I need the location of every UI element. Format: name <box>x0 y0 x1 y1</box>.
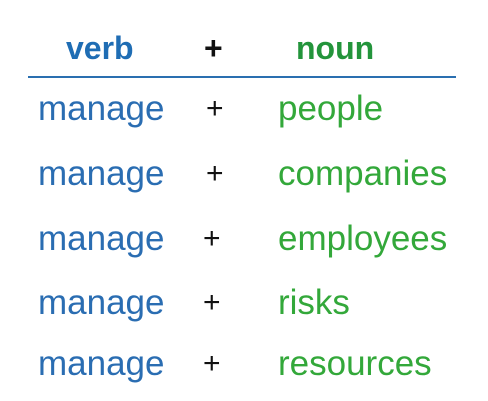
header-verb: verb <box>66 30 134 66</box>
row-verb: manage <box>38 344 165 383</box>
header-divider <box>28 76 456 78</box>
row-verb: manage <box>38 283 165 322</box>
row-noun: employees <box>278 219 448 258</box>
table-row: manage + employees <box>0 216 488 266</box>
row-plus: + <box>206 157 224 190</box>
row-plus: + <box>203 222 221 255</box>
row-plus: + <box>203 286 221 319</box>
row-noun: resources <box>278 344 432 383</box>
row-noun: risks <box>278 283 350 322</box>
row-plus: + <box>203 347 221 380</box>
row-verb: manage <box>38 219 165 258</box>
row-verb: manage <box>38 154 165 193</box>
header-noun: noun <box>296 30 375 66</box>
table-row: manage + resources <box>0 341 488 391</box>
table-row: manage + risks <box>0 280 488 330</box>
table-header: verb + noun <box>0 0 488 78</box>
table-row: manage + people <box>0 86 488 136</box>
row-noun: people <box>278 89 384 128</box>
row-verb: manage <box>38 89 165 128</box>
row-plus: + <box>206 92 224 125</box>
header-plus: + <box>204 30 223 66</box>
row-noun: companies <box>278 154 448 193</box>
table-row: manage + companies <box>0 151 488 201</box>
